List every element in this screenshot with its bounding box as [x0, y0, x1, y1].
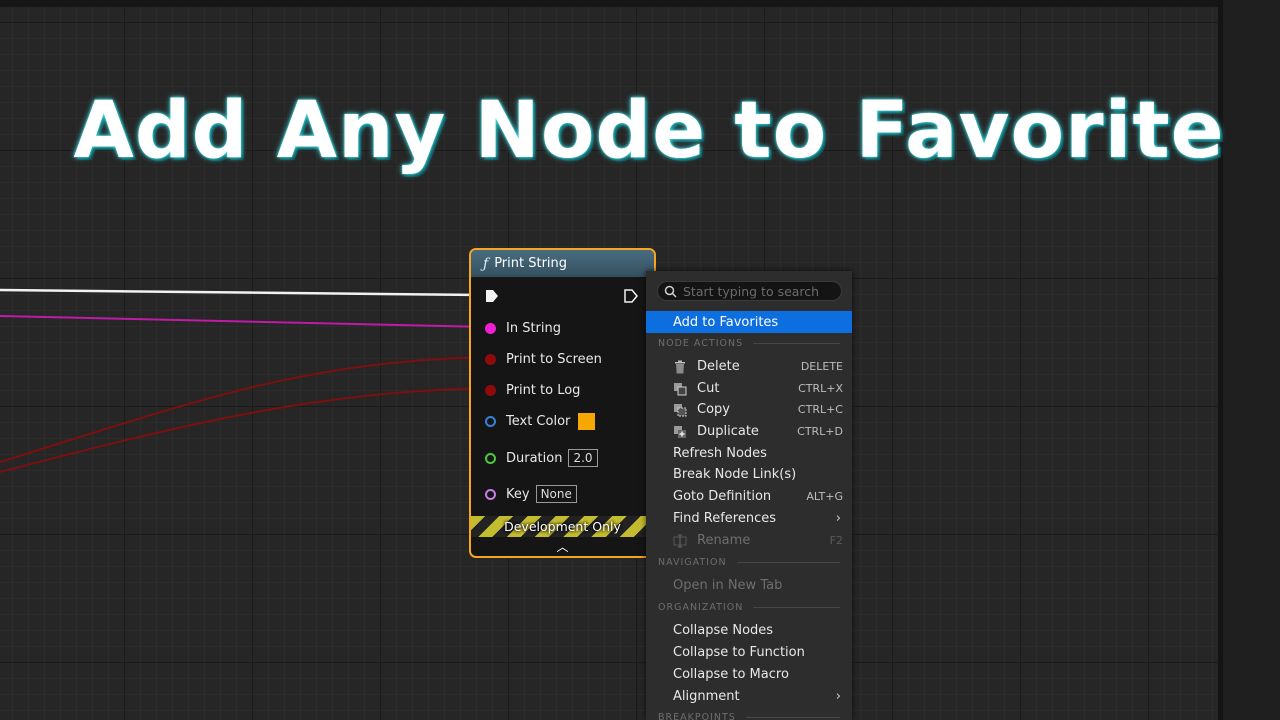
name-pin-icon[interactable]: [485, 488, 496, 500]
trash-icon: [675, 360, 685, 373]
menu-item-label: Collapse Nodes: [673, 623, 774, 638]
menu-item-label: Collapse to Function: [673, 645, 805, 660]
menu-item-collapse-to-function[interactable]: Collapse to Function: [646, 642, 852, 663]
menu-search-input[interactable]: [683, 283, 833, 299]
menu-item-goto-definition[interactable]: Goto Definition ALT+G: [646, 486, 852, 507]
section-divider: [753, 607, 840, 608]
development-only-label: Development Only: [504, 519, 621, 534]
function-icon: ƒ: [483, 255, 489, 272]
shortcut-label: ALT+G: [806, 490, 843, 503]
menu-item-label: Refresh Nodes: [673, 446, 767, 461]
shortcut-label: CTRL+X: [798, 382, 843, 395]
bool-pin-icon[interactable]: [485, 354, 496, 365]
string-pin-icon[interactable]: [485, 323, 496, 334]
bool-wire-log: [0, 387, 489, 473]
float-pin-icon[interactable]: [485, 452, 496, 464]
bool-pin-icon[interactable]: [485, 385, 496, 396]
pin-label-key: Key: [506, 486, 530, 502]
pin-row-print-to-screen[interactable]: Print to Screen: [485, 352, 602, 367]
menu-item-delete[interactable]: Delete DELETE: [646, 356, 852, 377]
text-color-swatch[interactable]: [578, 413, 596, 430]
section-label: BREAKPOINTS: [658, 712, 736, 720]
menu-item-label: Duplicate: [697, 424, 759, 439]
pin-label-print-to-screen: Print to Screen: [506, 352, 602, 367]
shortcut-label: DELETE: [800, 360, 843, 373]
menu-item-label: Goto Definition: [673, 489, 772, 504]
exec-input-pin-icon[interactable]: [485, 289, 499, 303]
menu-item-label: Break Node Link(s): [673, 467, 797, 482]
menu-item-label: Rename: [697, 533, 751, 548]
copy-icon: [674, 403, 687, 416]
section-divider: [736, 562, 840, 563]
menu-item-label: Collapse to Macro: [673, 667, 789, 682]
search-icon: [664, 285, 677, 298]
section-divider: [753, 343, 840, 344]
collapse-chevron-up-icon[interactable]: ︿: [471, 538, 654, 555]
menu-item-label: Find References: [673, 511, 777, 526]
duration-input[interactable]: 2.0: [568, 449, 598, 467]
pin-row-text-color[interactable]: Text Color: [485, 413, 596, 430]
menu-item-add-to-favorites[interactable]: Add to Favorites: [646, 311, 852, 333]
chevron-right-icon: ›: [835, 511, 841, 526]
menu-item-rename[interactable]: Rename F2: [646, 530, 852, 551]
menu-item-label: Alignment: [673, 689, 740, 704]
section-label: NAVIGATION: [658, 557, 727, 568]
menu-item-label: Add to Favorites: [673, 314, 779, 330]
pin-label-in-string: In String: [506, 321, 562, 336]
node-title: Print String: [494, 256, 568, 271]
node-context-menu: Add to Favorites NODE ACTIONS Delete DEL…: [646, 271, 852, 720]
section-divider: [745, 717, 840, 718]
menu-item-label: Copy: [697, 402, 730, 417]
cut-icon: [674, 382, 687, 395]
menu-item-cut[interactable]: Cut CTRL+X: [646, 378, 852, 399]
menu-item-label: Open in New Tab: [673, 578, 783, 593]
pin-row-key[interactable]: Key None: [485, 485, 577, 503]
bool-wire-screen: [0, 356, 489, 463]
section-label: NODE ACTIONS: [658, 338, 744, 349]
menu-item-label: Delete: [697, 359, 740, 374]
string-wire: [0, 315, 489, 328]
section-organization: ORGANIZATION: [658, 602, 840, 613]
rename-icon: [673, 534, 687, 547]
key-input[interactable]: None: [535, 485, 577, 503]
pin-label-text-color: Text Color: [506, 414, 571, 429]
duplicate-icon: [674, 425, 686, 438]
print-string-node[interactable]: ƒ Print String In String Print to Screen…: [469, 248, 656, 558]
menu-item-find-references[interactable]: Find References ›: [646, 508, 852, 529]
menu-item-label: Cut: [697, 381, 720, 396]
menu-search-box[interactable]: [657, 281, 842, 301]
section-navigation: NAVIGATION: [658, 557, 840, 568]
exec-output-pin-icon[interactable]: [624, 289, 638, 303]
development-only-band: Development Only: [471, 516, 654, 537]
menu-item-collapse-nodes[interactable]: Collapse Nodes: [646, 620, 852, 641]
menu-item-duplicate[interactable]: Duplicate CTRL+D: [646, 421, 852, 442]
menu-item-alignment[interactable]: Alignment ›: [646, 686, 852, 707]
menu-item-refresh-nodes[interactable]: Refresh Nodes: [646, 443, 852, 464]
shortcut-label: CTRL+C: [797, 403, 843, 416]
pin-label-print-to-log: Print to Log: [506, 383, 581, 398]
shortcut-label: CTRL+D: [797, 425, 843, 438]
color-pin-icon[interactable]: [485, 416, 496, 427]
menu-item-collapse-to-macro[interactable]: Collapse to Macro: [646, 664, 852, 685]
section-node-actions: NODE ACTIONS: [658, 338, 840, 349]
menu-item-copy[interactable]: Copy CTRL+C: [646, 399, 852, 420]
shortcut-label: F2: [829, 534, 843, 547]
pin-row-print-to-log[interactable]: Print to Log: [485, 383, 580, 398]
menu-item-open-in-new-tab[interactable]: Open in New Tab: [646, 575, 852, 596]
section-label: ORGANIZATION: [658, 602, 744, 613]
pin-row-in-string[interactable]: In String: [485, 321, 561, 336]
pin-row-duration[interactable]: Duration 2.0: [485, 449, 598, 467]
exec-wire: [0, 288, 484, 297]
menu-item-break-node-links[interactable]: Break Node Link(s): [646, 464, 852, 485]
node-header[interactable]: ƒ Print String: [471, 250, 654, 277]
pin-label-duration: Duration: [506, 450, 563, 466]
chevron-right-icon: ›: [835, 689, 841, 704]
section-breakpoints: BREAKPOINTS: [658, 712, 840, 720]
